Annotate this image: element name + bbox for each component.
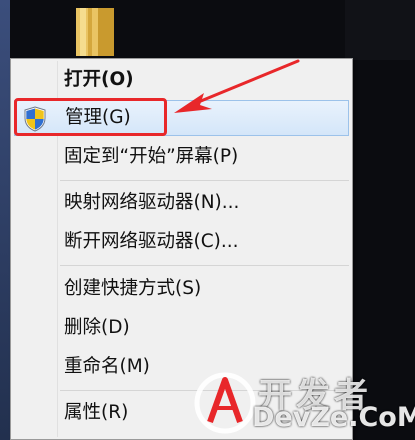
menu-item-label: 映射网络驱动器(N)... <box>64 192 240 213</box>
menu-item-map-network-drive[interactable]: 映射网络驱动器(N)... <box>14 185 349 221</box>
desktop-background <box>345 0 415 60</box>
annotation-arrow-icon <box>174 59 300 113</box>
menu-item-pin-to-start[interactable]: 固定到“开始”屏幕(P) <box>14 139 349 175</box>
watermark-domain: DevZe.CoM <box>252 402 415 433</box>
menu-item-label: 重命名(M) <box>64 356 150 377</box>
menu-item-label: 断开网络驱动器(C)... <box>64 231 239 252</box>
menu-item-label: 创建快捷方式(S) <box>64 278 202 299</box>
menu-item-label: 删除(D) <box>64 317 130 338</box>
menu-separator <box>60 265 349 266</box>
menu-item-create-shortcut[interactable]: 创建快捷方式(S) <box>14 271 349 307</box>
menu-item-label: 属性(R) <box>64 402 129 423</box>
desktop-screenshot: 打开(O) 管理(G) 固定到“开始”屏幕(P) 映射网络驱动器(N)... 断… <box>0 0 415 440</box>
menu-item-disconnect-network-drive[interactable]: 断开网络驱动器(C)... <box>14 224 349 260</box>
folder-icon[interactable] <box>74 6 120 58</box>
menu-separator <box>60 180 349 181</box>
menu-item-label: 打开(O) <box>64 69 134 90</box>
highlight-annotation-box <box>14 98 167 136</box>
desktop-edge <box>0 0 10 440</box>
menu-item-delete[interactable]: 删除(D) <box>14 310 349 346</box>
menu-item-label: 固定到“开始”屏幕(P) <box>64 146 239 167</box>
